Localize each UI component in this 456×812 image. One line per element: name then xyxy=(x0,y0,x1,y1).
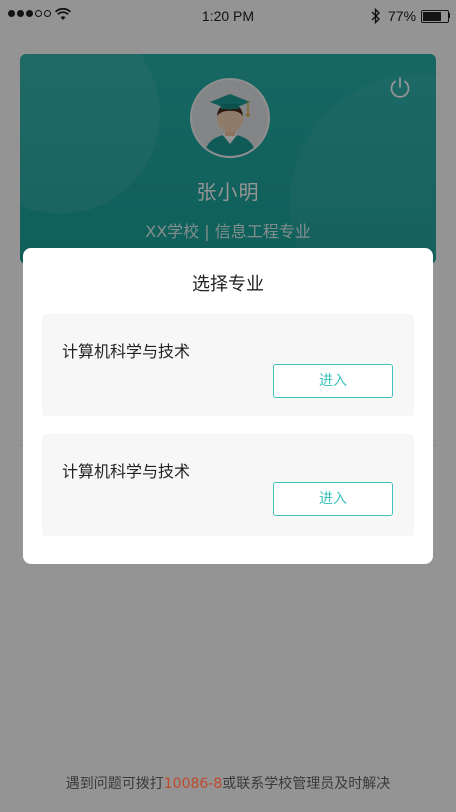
major-name: 计算机科学与技术 xyxy=(62,342,191,361)
help-text-suffix: 或联系学校管理员及时解决 xyxy=(222,776,391,792)
help-phone-number[interactable]: 10086-8 xyxy=(164,776,223,792)
enter-button[interactable]: 进入 xyxy=(273,364,393,398)
major-name: 计算机科学与技术 xyxy=(62,462,191,481)
select-major-dialog: 选择专业 计算机科学与技术 进入 计算机科学与技术 进入 xyxy=(23,248,433,564)
help-text-prefix: 遇到问题可拨打 xyxy=(65,776,164,792)
enter-button[interactable]: 进入 xyxy=(273,482,393,516)
help-footer: 遇到问题可拨打10086-8或联系学校管理员及时解决 xyxy=(0,773,456,793)
dialog-title: 选择专业 xyxy=(192,274,264,295)
major-card: 计算机科学与技术 进入 xyxy=(42,434,414,536)
major-card: 计算机科学与技术 进入 xyxy=(42,314,414,416)
